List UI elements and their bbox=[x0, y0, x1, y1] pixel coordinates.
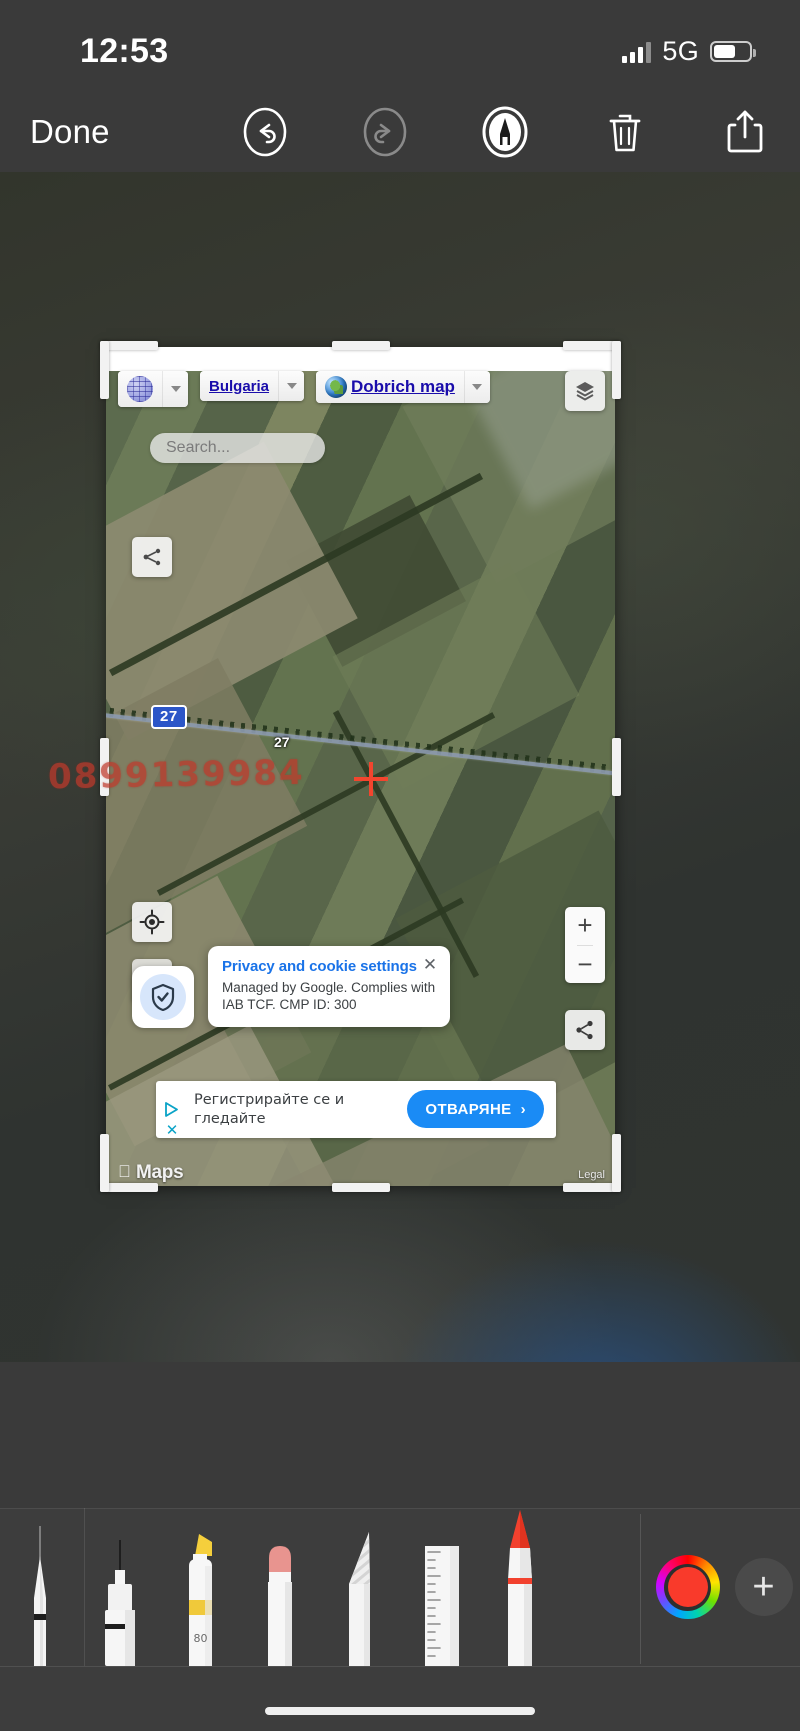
nav-chip-dobrich[interactable]: Dobrich map bbox=[316, 371, 490, 403]
done-button[interactable]: Done bbox=[30, 113, 110, 151]
zoom-in-button[interactable]: + bbox=[577, 907, 593, 946]
nav-chip-dobrich-label[interactable]: Dobrich map bbox=[351, 377, 455, 397]
status-indicators: 5G bbox=[622, 36, 756, 67]
apple-logo-icon:  bbox=[118, 1162, 131, 1182]
nav-chip-globe[interactable] bbox=[118, 371, 188, 407]
chevron-down-icon[interactable] bbox=[162, 371, 188, 407]
maps-label: Maps bbox=[136, 1162, 184, 1183]
markup-pen-icon[interactable] bbox=[470, 101, 540, 163]
privacy-card-body: Managed by Google. Complies with IAB TCF… bbox=[222, 980, 436, 1013]
road-shield-27: 27 bbox=[151, 705, 187, 729]
ad-banner[interactable]: ✕ Регистрирайте се и гледайте ОТВАРЯНЕ › bbox=[156, 1081, 556, 1139]
nav-chip-bulgaria-label[interactable]: Bulgaria bbox=[209, 378, 269, 395]
markup-screen: 12:53 5G Done 27 27 Bulgaria Dobrich map… bbox=[0, 0, 800, 1731]
add-color-button[interactable]: + bbox=[734, 1558, 793, 1616]
nav-chip-bulgaria[interactable]: Bulgaria bbox=[200, 371, 305, 401]
share-icon[interactable] bbox=[710, 101, 780, 163]
markup-toolbar: Done bbox=[0, 92, 800, 172]
zoom-out-button[interactable]: − bbox=[577, 946, 592, 984]
pencil-tool[interactable] bbox=[480, 1508, 560, 1666]
map-footer:  Maps Legal bbox=[106, 1160, 615, 1186]
earth-icon bbox=[325, 376, 348, 398]
ad-close-icon[interactable]: ✕ bbox=[164, 1123, 180, 1139]
ad-cta-label: ОТВАРЯНЕ bbox=[425, 1100, 512, 1118]
lasso-tool[interactable] bbox=[320, 1508, 400, 1666]
zoom-controls[interactable]: + − bbox=[565, 907, 605, 983]
layers-icon[interactable] bbox=[565, 371, 605, 411]
chevron-down-icon[interactable] bbox=[463, 371, 490, 403]
svg-text:80: 80 bbox=[194, 1632, 208, 1645]
cellular-bars-icon bbox=[622, 41, 652, 63]
redo-icon bbox=[350, 101, 420, 163]
ad-cta-button[interactable]: ОТВАРЯНЕ › bbox=[407, 1090, 544, 1128]
battery-icon bbox=[710, 41, 756, 62]
ad-text: Регистрирайте се и гледайте bbox=[194, 1091, 345, 1127]
markup-tool-palette: 80 + bbox=[0, 1508, 800, 1731]
privacy-card-title[interactable]: Privacy and cookie settings bbox=[222, 958, 436, 975]
status-time: 12:53 bbox=[80, 32, 169, 70]
map-crosshair-marker bbox=[354, 762, 388, 796]
undo-icon[interactable] bbox=[230, 101, 300, 163]
pen-tool[interactable] bbox=[0, 1508, 80, 1666]
markup-actions bbox=[230, 101, 780, 163]
legal-label[interactable]: Legal bbox=[578, 1169, 605, 1181]
ruler-tool[interactable] bbox=[400, 1508, 480, 1666]
marker-tool[interactable] bbox=[80, 1508, 160, 1666]
privacy-cookie-card[interactable]: ✕ Privacy and cookie settings Managed by… bbox=[208, 946, 450, 1027]
chevron-down-icon[interactable] bbox=[278, 371, 305, 401]
tools-row: 80 bbox=[0, 1508, 640, 1666]
shield-check-icon[interactable] bbox=[132, 966, 194, 1028]
adchoices-icon[interactable] bbox=[164, 1101, 181, 1118]
locate-me-icon[interactable] bbox=[132, 902, 172, 942]
road-label-27: 27 bbox=[274, 734, 290, 750]
share-node-icon[interactable] bbox=[565, 1010, 605, 1050]
trash-icon[interactable] bbox=[590, 101, 660, 163]
color-picker[interactable] bbox=[655, 1555, 720, 1619]
map-nav-chips: Bulgaria Dobrich map bbox=[106, 371, 615, 415]
markup-annotation-text[interactable]: 0899139984 bbox=[48, 753, 305, 797]
status-bar: 12:53 5G bbox=[0, 0, 800, 92]
fork-routes-icon[interactable] bbox=[132, 537, 172, 577]
page-top-bar bbox=[106, 347, 615, 371]
search-placeholder: Search... bbox=[166, 439, 231, 456]
eraser-tool[interactable] bbox=[240, 1508, 320, 1666]
chevron-right-icon: › bbox=[520, 1100, 526, 1118]
home-indicator[interactable] bbox=[265, 1707, 535, 1715]
highlighter-tool[interactable]: 80 bbox=[160, 1508, 240, 1666]
color-controls: + bbox=[648, 1508, 800, 1666]
globe-icon bbox=[127, 376, 153, 402]
close-icon[interactable]: ✕ bbox=[421, 955, 439, 974]
search-input[interactable]: Search... bbox=[150, 433, 325, 463]
network-type-label: 5G bbox=[662, 36, 699, 66]
